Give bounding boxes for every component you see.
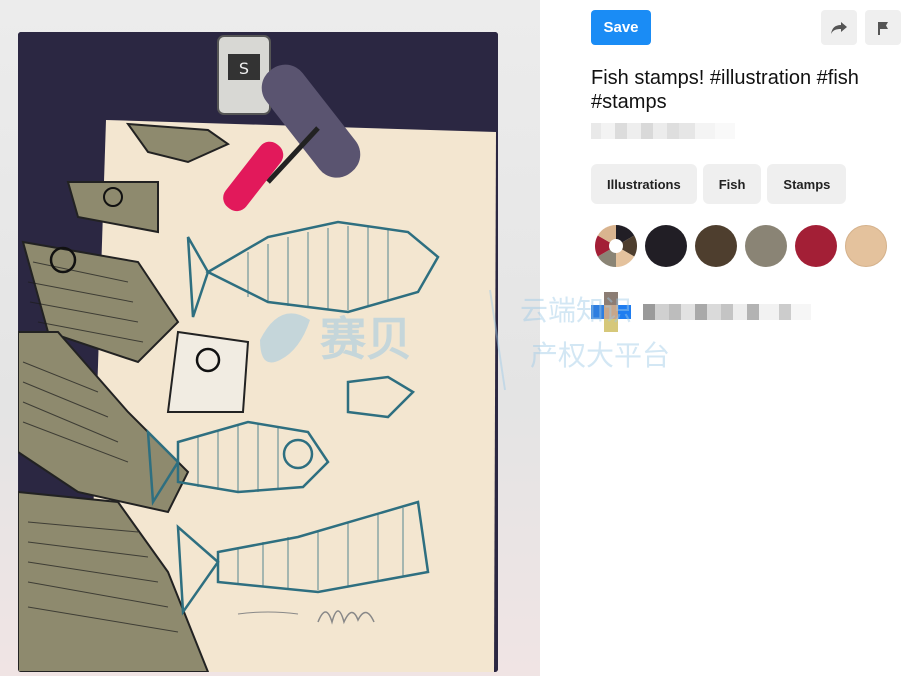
tag-stamps[interactable]: Stamps bbox=[767, 164, 847, 204]
report-button[interactable] bbox=[865, 10, 901, 45]
tag-list: Illustrations Fish Stamps bbox=[591, 164, 847, 204]
pinner-info-blurred[interactable] bbox=[591, 292, 811, 332]
pin-title: Fish stamps! #illustration #fish #stamps bbox=[591, 67, 859, 113]
paint-tube: S bbox=[217, 35, 271, 115]
tag-fish[interactable]: Fish bbox=[702, 164, 762, 204]
pin-image[interactable]: S bbox=[18, 32, 498, 672]
color-swatch-gray[interactable] bbox=[745, 225, 787, 267]
pin-source-blurred bbox=[591, 123, 735, 139]
color-swatch-tan[interactable] bbox=[845, 225, 887, 267]
avatar[interactable] bbox=[591, 292, 631, 332]
pin-image-pane: S bbox=[0, 0, 540, 676]
color-palette bbox=[595, 225, 887, 267]
color-swatch-red[interactable] bbox=[795, 225, 837, 267]
pin-details-pane: Save Fish stamps! #illustration #fish #s… bbox=[540, 0, 917, 676]
color-swatch-black[interactable] bbox=[645, 225, 687, 267]
flag-icon bbox=[878, 21, 888, 35]
color-swatch-brown[interactable] bbox=[695, 225, 737, 267]
pinner-name-blurred bbox=[643, 304, 811, 320]
fish-linocut-artwork: S bbox=[18, 32, 498, 672]
palette-swatch-all[interactable] bbox=[595, 225, 637, 267]
svg-text:S: S bbox=[239, 59, 249, 78]
tag-illustrations[interactable]: Illustrations bbox=[591, 164, 697, 204]
share-arrow-icon bbox=[831, 21, 847, 34]
share-button[interactable] bbox=[821, 10, 857, 45]
save-button[interactable]: Save bbox=[591, 10, 651, 45]
